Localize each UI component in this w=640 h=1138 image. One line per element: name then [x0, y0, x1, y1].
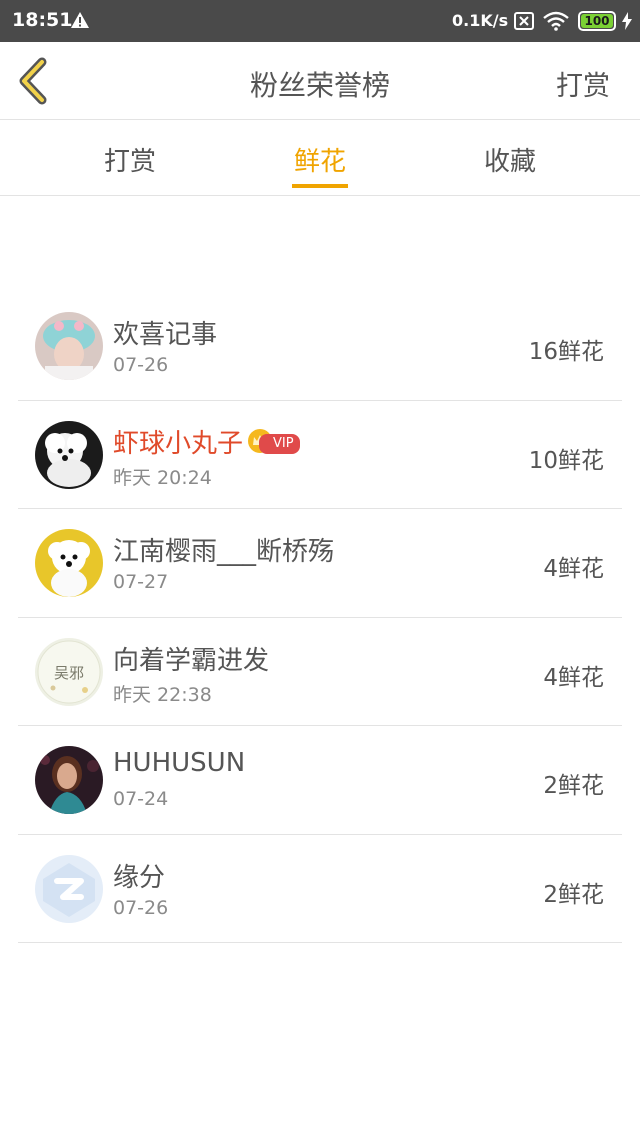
list-item[interactable]: 虾球小丸子 VIP 昨天 20:24 10鲜花 — [18, 401, 622, 509]
flower-count: 10鲜花 — [528, 447, 604, 474]
fan-date: 07-24 — [113, 788, 169, 810]
fan-date: 07-27 — [113, 571, 169, 593]
no-sim-icon — [514, 12, 534, 34]
list-item[interactable]: 江南樱雨___断桥殇 07-27 4鲜花 — [18, 509, 622, 618]
battery-icon: 100 — [578, 11, 616, 31]
tab-reward[interactable]: 打赏 — [40, 141, 220, 178]
fan-name: 向着学霸进发 — [113, 645, 270, 676]
avatar-calligraphy-icon: 吴邪 — [35, 637, 103, 706]
reward-button[interactable]: 打赏 — [556, 64, 610, 103]
fan-date: 07-26 — [113, 354, 169, 376]
avatar[interactable]: 吴邪 — [35, 637, 103, 706]
avatar[interactable] — [35, 746, 103, 814]
list-item[interactable]: 欢喜记事 07-26 16鲜花 — [18, 292, 622, 401]
list-item[interactable]: 缘分 07-26 2鲜花 — [18, 835, 622, 943]
battery-level: 100 — [581, 14, 613, 28]
fan-date: 昨天 22:38 — [113, 683, 212, 706]
active-tab-indicator — [292, 184, 348, 188]
fan-name: HUHUSUN — [113, 748, 246, 778]
tab-flowers[interactable]: 鲜花 — [230, 141, 410, 178]
avatar-calligraphy-text: 吴邪 — [54, 664, 84, 682]
avatar[interactable] — [35, 312, 103, 380]
fan-date: 07-26 — [113, 896, 169, 919]
status-time: 18:51 — [12, 9, 73, 31]
flower-count: 4鲜花 — [543, 664, 604, 691]
flower-count: 4鲜花 — [543, 556, 604, 582]
fan-name: 欢喜记事 — [113, 320, 218, 350]
warning-icon — [70, 11, 90, 33]
avatar-girl-hat-icon — [35, 312, 103, 380]
charging-icon — [621, 12, 633, 34]
avatar-white-dog-icon — [35, 420, 103, 489]
status-bar: 18:51 0.1K/s 100 — [0, 0, 640, 42]
avatar[interactable] — [35, 420, 103, 489]
fan-list: 欢喜记事 07-26 16鲜花 虾球小丸子 VIP 昨天 20:24 10鲜花 — [18, 292, 622, 943]
avatar-white-dog-yellow-icon — [35, 529, 103, 597]
tab-bar: 打赏 鲜花 收藏 — [0, 121, 640, 196]
fan-name-text: 虾球小丸子 — [113, 428, 244, 459]
avatar-default-qq-icon — [35, 854, 103, 923]
fan-name: 虾球小丸子 VIP — [113, 423, 300, 461]
avatar[interactable] — [35, 529, 103, 597]
page-title: 粉丝荣誉榜 — [249, 69, 390, 102]
fan-name: 缘分 — [113, 862, 166, 893]
list-item[interactable]: 吴邪 向着学霸进发 昨天 22:38 4鲜花 — [18, 618, 622, 726]
network-speed: 0.1K/s — [452, 11, 509, 30]
flower-count: 2鲜花 — [543, 773, 604, 799]
wifi-icon — [543, 11, 569, 35]
tab-favorites[interactable]: 收藏 — [420, 141, 600, 178]
header-bar: 粉丝荣誉榜 打赏 — [0, 42, 640, 120]
flower-count: 16鲜花 — [528, 339, 604, 365]
avatar[interactable] — [35, 854, 103, 923]
fan-date: 昨天 20:24 — [113, 466, 212, 489]
list-item[interactable]: HUHUSUN 07-24 2鲜花 — [18, 726, 622, 835]
fan-name: 江南樱雨___断桥殇 — [113, 537, 335, 567]
flower-count: 2鲜花 — [543, 881, 604, 908]
vip-badge: VIP — [259, 434, 300, 454]
avatar-woman-portrait-icon — [35, 746, 103, 814]
